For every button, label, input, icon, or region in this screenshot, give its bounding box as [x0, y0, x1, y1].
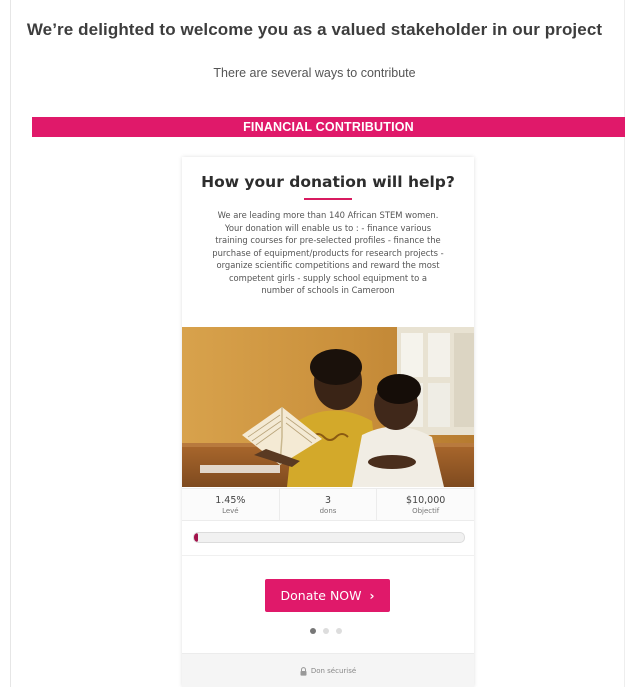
stat-label: Objectif — [412, 507, 440, 515]
secure-label: Don sécurisé — [310, 667, 357, 675]
card-title: How your donation will help? — [201, 173, 455, 191]
donate-button-label: Donate NOW — [280, 588, 362, 603]
secure-donation-footer: Don sécurisé — [182, 653, 474, 687]
page-frame-left — [10, 0, 11, 687]
carousel-dots — [310, 628, 342, 634]
carousel-dot[interactable] — [336, 628, 342, 634]
stat-value: 1.45% — [215, 495, 246, 506]
donation-card: How your donation will help? We are lead… — [182, 157, 474, 687]
page-frame-right — [624, 0, 625, 687]
financial-contribution-banner: FINANCIAL CONTRIBUTION — [32, 117, 625, 137]
stat-donations: 3 dons — [280, 489, 378, 520]
welcome-heading: We’re delighted to welcome you as a valu… — [26, 20, 603, 39]
contribute-subtitle: There are several ways to contribute — [213, 66, 416, 80]
donation-description: We are leading more than 140 African STE… — [212, 210, 444, 295]
carousel-dot[interactable] — [323, 628, 329, 634]
progress-bar — [193, 532, 465, 543]
donation-stats: 1.45% Levé 3 dons $10,000 Objectif — [182, 488, 474, 521]
divider — [182, 555, 474, 556]
stat-value: 3 — [324, 495, 332, 506]
stat-raised: 1.45% Levé — [182, 489, 280, 520]
stat-label: dons — [319, 507, 337, 515]
lock-icon — [300, 666, 307, 676]
title-underline — [304, 198, 352, 200]
donate-now-button[interactable]: Donate NOW › — [265, 579, 390, 612]
chevron-right-icon: › — [369, 588, 375, 603]
stat-value: $10,000 — [406, 495, 446, 506]
stat-goal: $10,000 Objectif — [377, 489, 474, 520]
stat-label: Levé — [222, 507, 239, 515]
children-reading-photo — [182, 327, 474, 487]
progress-fill — [194, 533, 198, 542]
carousel-dot[interactable] — [310, 628, 316, 634]
